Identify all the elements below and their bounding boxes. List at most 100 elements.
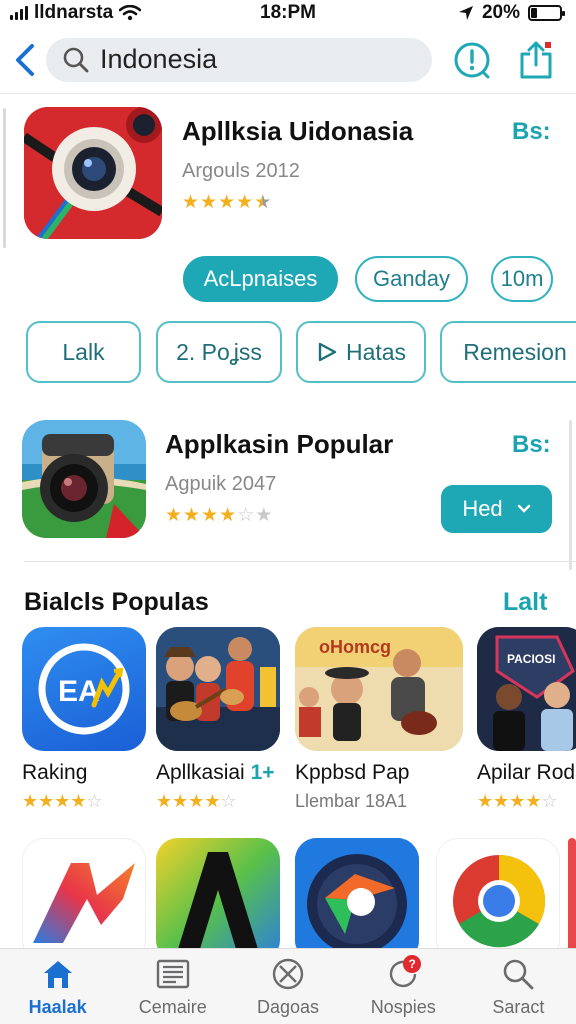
back-button[interactable] xyxy=(10,40,40,80)
star-icon: ★★★★ xyxy=(477,791,542,811)
app-card-raking[interactable]: EA Raking ★★★★☆ xyxy=(22,627,146,812)
pill-label: 2. Poʝss xyxy=(176,338,262,365)
star-icon: ★★★★ xyxy=(22,791,87,811)
pill-hatas[interactable]: Hatas xyxy=(296,321,426,383)
featured-app-title[interactable]: Apllksia Uidonasia xyxy=(182,116,413,147)
popular-app-get-button[interactable]: Hed xyxy=(441,485,552,533)
card-rating: ★★★★☆ xyxy=(156,791,280,812)
search-icon xyxy=(63,47,89,72)
card-name: Kppbsd Pap xyxy=(295,761,463,785)
pill-poss[interactable]: 2. Poʝss xyxy=(156,321,282,383)
mariachi-app-icon: oHomcg xyxy=(295,627,463,751)
section-see-all-link[interactable]: Lalt xyxy=(503,588,547,617)
card-name: Apilar Roda xyxy=(477,761,576,785)
band-app-icon xyxy=(156,627,280,751)
tab-label: Nospies xyxy=(370,997,436,1017)
carrier-label: lldnarsta xyxy=(34,2,114,23)
star-icon: ★ xyxy=(183,505,201,526)
star-icon: ★ xyxy=(219,505,237,526)
card-name-text: Apllkasiai xyxy=(156,761,245,784)
pill-label: Remesion xyxy=(463,338,567,365)
app-tile-compass[interactable] xyxy=(295,838,419,962)
pill-lalk[interactable]: Lalk xyxy=(26,321,141,383)
star-icon: ★ xyxy=(218,192,236,213)
battery-fill xyxy=(531,8,537,18)
arrow-logo-icon xyxy=(33,863,135,943)
section-title: Bialcls Populas xyxy=(24,588,209,616)
card-rating: ★★★★☆ xyxy=(22,791,146,812)
tab-search[interactable]: Saract xyxy=(461,949,576,1024)
signal-icon xyxy=(10,6,28,20)
app-tile-chrome[interactable] xyxy=(436,838,560,962)
card-subtitle: Llembar 18A1 xyxy=(295,791,408,811)
chip-10m[interactable]: 10m xyxy=(491,256,553,302)
card-name: Raking xyxy=(22,761,146,785)
play-icon xyxy=(318,342,337,362)
pill-label: Lalk xyxy=(62,338,105,365)
tab-label: Cemaire xyxy=(138,997,207,1017)
search-query: Indonesia xyxy=(100,44,218,74)
letter-a-icon xyxy=(156,838,280,962)
updates-icon: ? xyxy=(383,955,423,991)
card-name-text: Apilar Roda xyxy=(477,761,576,784)
chart-logo-icon: EA xyxy=(38,643,130,735)
tab-bar: Haalak Cemaire Dagoas ? Nospies Saract xyxy=(0,948,576,1024)
app-card-apilar-roda[interactable]: PACIOSI Apilar Roda ★★★★☆ xyxy=(477,627,576,812)
star-icon: ★ xyxy=(165,505,183,526)
svg-text:oHomcg: oHomcg xyxy=(319,637,391,657)
app-card-kppbsd-pap[interactable]: oHomcg Kppbsd Pap Llembar 18A1 xyxy=(295,627,463,812)
wifi-icon xyxy=(119,5,142,21)
chip-ganday[interactable]: Ganday xyxy=(355,256,468,302)
search-input[interactable]: Indonesia xyxy=(46,37,432,82)
mariachi-illustration-icon: oHomcg xyxy=(295,627,463,751)
star-icon: ★ xyxy=(201,505,219,526)
card-badge: 1+ xyxy=(250,761,275,784)
card-name-text: Kppbsd Pap xyxy=(295,761,410,784)
featured-app-price[interactable]: Bs: xyxy=(512,118,551,146)
star-icon: ★ xyxy=(182,192,200,213)
nav-bar: Indonesia xyxy=(0,26,576,94)
band-illustration-icon xyxy=(156,627,280,751)
app-tile-partial[interactable] xyxy=(568,838,576,962)
home-icon xyxy=(38,957,78,991)
status-right: 20% xyxy=(458,2,565,24)
popular-app-icon[interactable] xyxy=(22,420,146,538)
camera-app-icon xyxy=(24,107,162,239)
tab-label: Saract xyxy=(492,997,545,1017)
popular-app-rating: ★ ★ ★ ★ ☆ ★ xyxy=(165,504,272,527)
tab-updates[interactable]: ? Nospies xyxy=(346,949,461,1024)
pill-label: Hatas xyxy=(345,338,407,365)
app-card-apllkasiai[interactable]: Apllkasiai 1+ ★★★★☆ xyxy=(156,627,280,812)
compass-icon xyxy=(295,838,419,962)
popular-app-price[interactable]: Bs: xyxy=(512,431,551,459)
card-name-text: Raking xyxy=(22,761,88,784)
tab-news[interactable]: Cemaire xyxy=(115,949,230,1024)
chip-aclpnaises[interactable]: AcLpnaises xyxy=(183,256,338,302)
pill-remesion[interactable]: Remesion xyxy=(440,321,576,383)
tab-home[interactable]: Haalak xyxy=(0,949,115,1024)
app-tile-letter-a[interactable] xyxy=(156,838,280,962)
podcast-illustration-icon: PACIOSI xyxy=(477,627,576,751)
cross-circle-icon xyxy=(268,957,308,991)
scroll-indicator xyxy=(3,108,6,248)
chrome-icon xyxy=(453,854,546,948)
tab-label: Haalak xyxy=(28,997,87,1017)
alert-circle-icon xyxy=(454,42,490,78)
share-icon xyxy=(520,41,552,78)
info-button[interactable] xyxy=(450,38,494,82)
star-empty-icon: ☆ xyxy=(220,791,237,811)
camera-beach-icon xyxy=(22,420,146,538)
tab-games[interactable]: Dagoas xyxy=(230,949,345,1024)
featured-app-subtitle: Argouls 2012 xyxy=(182,160,300,182)
popular-app-subtitle: Agpuik 2047 xyxy=(165,473,277,495)
star-empty-icon: ☆ xyxy=(237,505,255,526)
raking-app-icon: EA xyxy=(22,627,146,751)
app-tile-red-arrow[interactable] xyxy=(22,838,146,962)
popular-app-title[interactable]: Applkasin Popular xyxy=(165,429,393,460)
featured-app-icon[interactable] xyxy=(24,107,162,239)
divider xyxy=(24,561,576,562)
share-button[interactable] xyxy=(514,38,558,82)
star-empty-icon: ★ xyxy=(255,505,273,526)
podcast-app-icon: PACIOSI xyxy=(477,627,576,751)
search-icon xyxy=(498,957,538,991)
